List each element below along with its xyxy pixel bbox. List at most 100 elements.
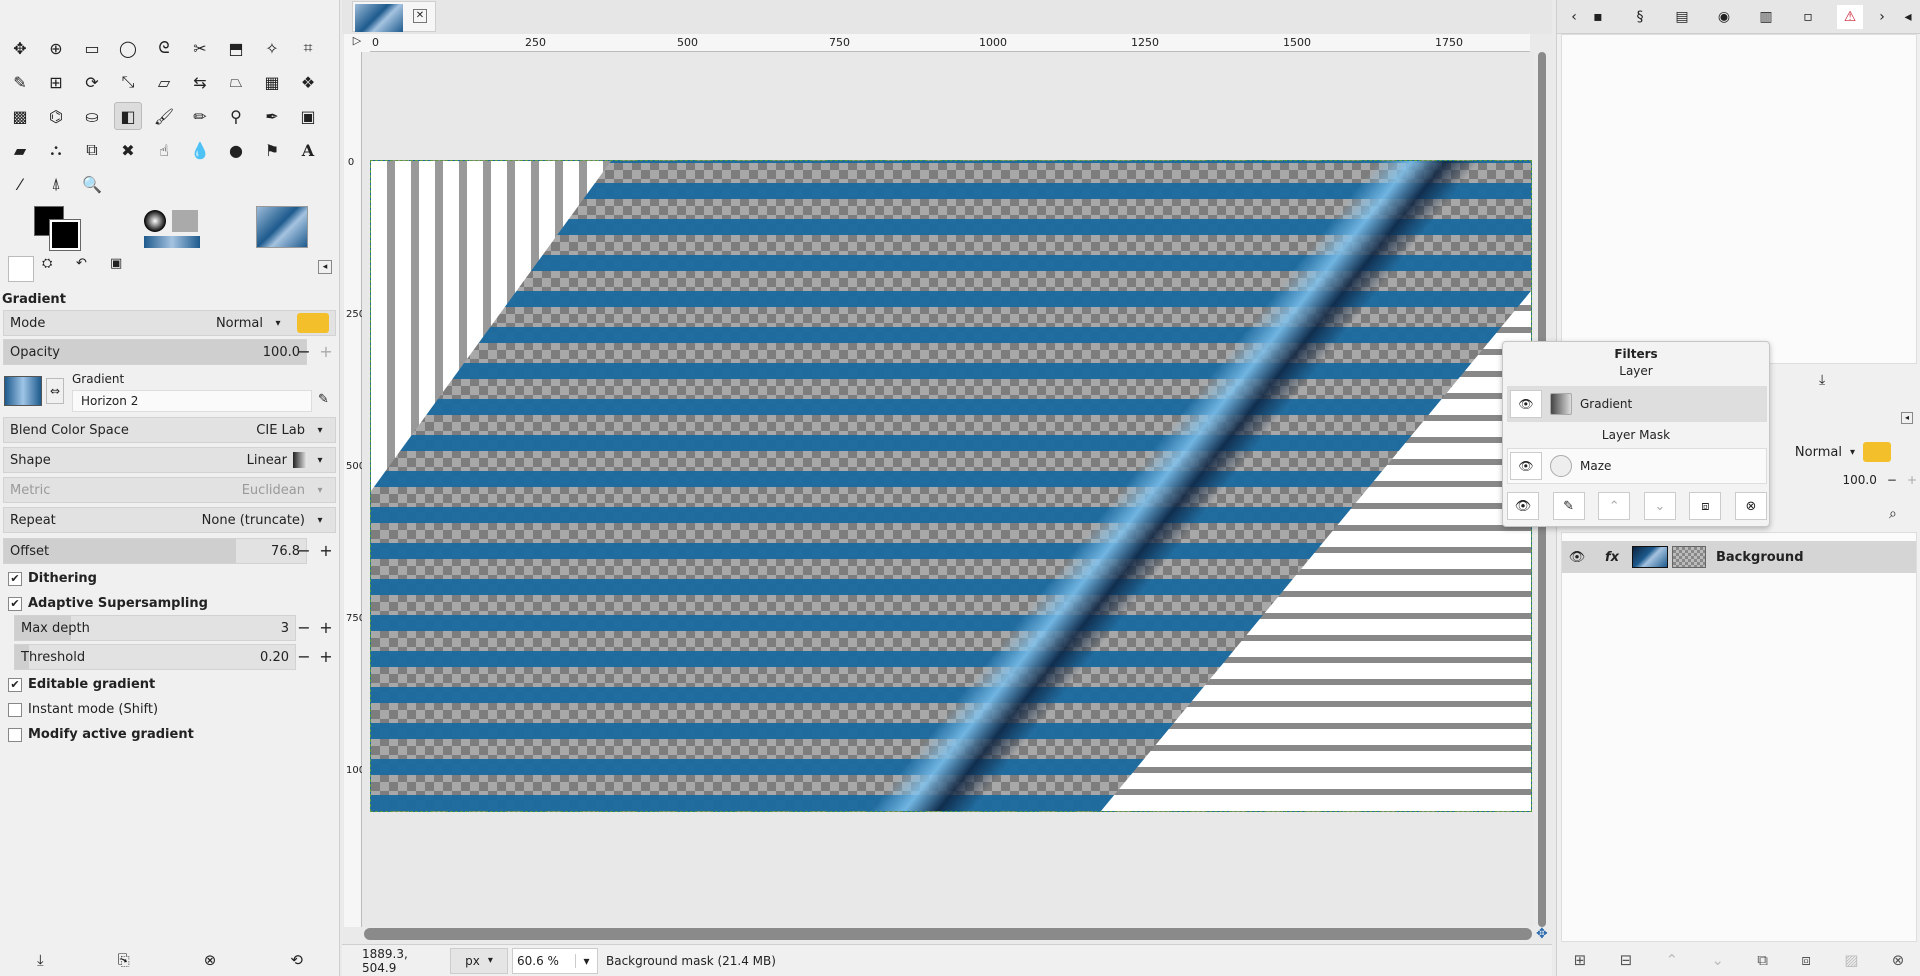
save-options-icon[interactable]: ⤓ [37,951,44,969]
eye-icon[interactable]: 👁 [1510,390,1542,418]
chevron-down-icon[interactable]: ▾ [575,953,597,968]
mode-select[interactable]: Mode Normal ▾ [3,310,336,336]
composite-mode-icon[interactable] [1863,442,1891,462]
scroll-left-icon[interactable]: ‹ [1561,5,1587,29]
brushes-tab-icon[interactable]: ▪ [1585,5,1611,29]
undo-history-tab-icon[interactable]: ↶ [76,256,102,282]
document-tab-icon[interactable]: ▫ [1795,5,1821,29]
rect-select-icon[interactable]: ▭ [78,34,106,62]
raise-layer-icon[interactable]: ⌃ [1665,951,1678,969]
dithering-checkbox[interactable]: ✔ Dithering [8,571,97,586]
zoom-tool-icon[interactable]: 🔍 [78,170,106,198]
layer-opacity-minus-button[interactable]: − [1887,473,1897,487]
dodge-burn-icon[interactable]: ● [222,136,250,164]
rotate-tool-icon[interactable]: ⟳ [78,68,106,96]
delete-layer-icon[interactable]: ⊗ [1892,951,1905,969]
filter-item-gradient[interactable]: 👁 Gradient [1507,386,1767,422]
unified-transform-icon[interactable]: ⊞ [42,68,70,96]
eye-icon[interactable]: 👁 [1510,452,1542,480]
cage-tool-icon[interactable]: ▦ [258,68,286,96]
panel-menu-icon[interactable]: ◂ [1901,412,1913,424]
search-icon[interactable]: ⌕ [1889,506,1897,522]
raise-filter-icon[interactable]: ⌃ [1598,492,1631,520]
crop-tool-icon[interactable]: ⌗ [294,34,322,62]
gradient-preview[interactable] [144,236,200,248]
merge-layer-icon[interactable]: ⧈ [1801,951,1811,969]
editable-gradient-checkbox[interactable]: ✔ Editable gradient [8,677,155,692]
align-tool-icon[interactable]: ⊕ [42,34,70,62]
fuzzy-select-icon[interactable]: ✧ [258,34,286,62]
blend-color-space-select[interactable]: Blend Color Space CIE Lab ▾ [3,417,336,443]
offset-plus-button[interactable]: + [318,543,334,559]
mask-layer-icon[interactable]: ▨ [1844,951,1858,969]
image-tool-icon[interactable]: ▣ [294,102,322,130]
toggle-visibility-icon[interactable]: 👁 [1507,492,1539,520]
measure-tool-icon[interactable]: ⚑ [258,136,286,164]
shape-select[interactable]: Shape Linear ▾ [3,447,336,473]
device-status-tab-icon[interactable]: ⛭ [42,256,68,282]
gradient-swatch[interactable] [4,376,42,406]
threshold-minus-button[interactable]: − [296,649,312,665]
image-canvas[interactable] [370,160,1532,812]
bucket-fill-icon[interactable]: ⛀ [78,102,106,130]
move-tool-icon[interactable]: ✥ [6,34,34,62]
instant-mode-checkbox[interactable]: Instant mode (Shift) [8,702,158,717]
metric-select[interactable]: Metric Euclidean ▾ [3,477,336,503]
warp-tool-icon[interactable]: ❖ [294,68,322,96]
delete-options-icon[interactable]: ⊗ [204,951,217,969]
duplicate-layer-icon[interactable]: ⧉ [1757,951,1768,969]
threshold-slider[interactable]: Threshold 0.20 [14,644,296,670]
layer-row-background[interactable]: 👁 fx Background [1562,541,1916,573]
warning-tab-icon[interactable]: ⚠ [1837,5,1863,29]
ink-tool-icon[interactable]: ✒ [258,102,286,130]
modify-active-gradient-checkbox[interactable]: Modify active gradient [8,727,194,742]
layer-opacity-plus-button[interactable]: + [1907,473,1917,487]
paths-tab-icon[interactable]: § [1627,5,1653,29]
scale-tool-icon[interactable]: ⤡ [114,68,142,96]
paintbrush-icon[interactable]: 🖌 [150,102,178,130]
channels-tab-icon[interactable]: ◉ [1711,5,1737,29]
edit-gradient-icon[interactable]: ✎ [318,392,329,407]
palette-tab-icon[interactable]: ▤ [1669,5,1695,29]
threshold-plus-button[interactable]: + [318,649,334,665]
clone-tool-icon[interactable]: ⌬ [42,102,70,130]
free-select-icon[interactable]: ᘓ [150,34,178,62]
repeat-select[interactable]: Repeat None (truncate) ▾ [3,507,336,533]
offset-minus-button[interactable]: − [296,543,312,559]
perspective-clone-icon[interactable]: ⧉ [78,136,106,164]
navigate-icon[interactable]: ✥ [1536,926,1550,942]
color-picker-icon[interactable]: ⁄ [6,170,34,198]
unit-select[interactable]: px ▾ [450,947,508,974]
opacity-slider[interactable]: Opacity 100.0 [3,339,307,365]
new-layer-icon[interactable]: ⊞ [1574,951,1587,969]
close-icon[interactable]: ✕ [413,9,427,23]
zoom-field[interactable]: 60.6 % ▾ [512,947,598,974]
merge-filter-icon[interactable]: ⧈ [1689,492,1722,520]
smudge-icon[interactable]: ☝ [150,136,178,164]
filter-item-maze[interactable]: 👁 Maze [1507,448,1767,484]
restore-options-icon[interactable]: ⎘ [118,951,130,969]
fx-icon[interactable]: fx [1592,550,1632,565]
background-color[interactable] [49,219,81,251]
pencil-icon[interactable]: ✏ [186,102,214,130]
color-tool-icon[interactable]: ✖ [114,136,142,164]
eraser-icon[interactable]: ▰ [6,136,34,164]
heal-tool-icon[interactable]: ▩ [6,102,34,130]
max-depth-slider[interactable]: Max depth 3 [14,615,296,641]
layer-mask-thumbnail[interactable] [1672,546,1706,568]
composite-mode-icon[interactable] [297,313,329,333]
adaptive-supersampling-checkbox[interactable]: ✔ Adaptive Supersampling [8,596,208,611]
mypaint-icon[interactable]: ⍋ [42,170,70,198]
opacity-plus-button[interactable]: + [318,344,334,360]
gradients-tab-icon[interactable]: ▥ [1753,5,1779,29]
image-preview[interactable] [256,206,308,248]
lower-filter-icon[interactable]: ⌄ [1643,492,1676,520]
edit-filter-icon[interactable]: ✎ [1552,492,1585,520]
scissors-icon[interactable]: ✂ [186,34,214,62]
image-tab[interactable]: ✕ [352,1,436,32]
perspective-tool-icon[interactable]: ⏢ [222,68,250,96]
save-to-file-icon[interactable]: ⤓ [1819,372,1825,388]
scroll-right-icon[interactable]: › [1869,5,1895,29]
tool-options-tab-icon[interactable] [8,256,34,282]
eye-icon[interactable]: 👁 [1562,550,1592,565]
